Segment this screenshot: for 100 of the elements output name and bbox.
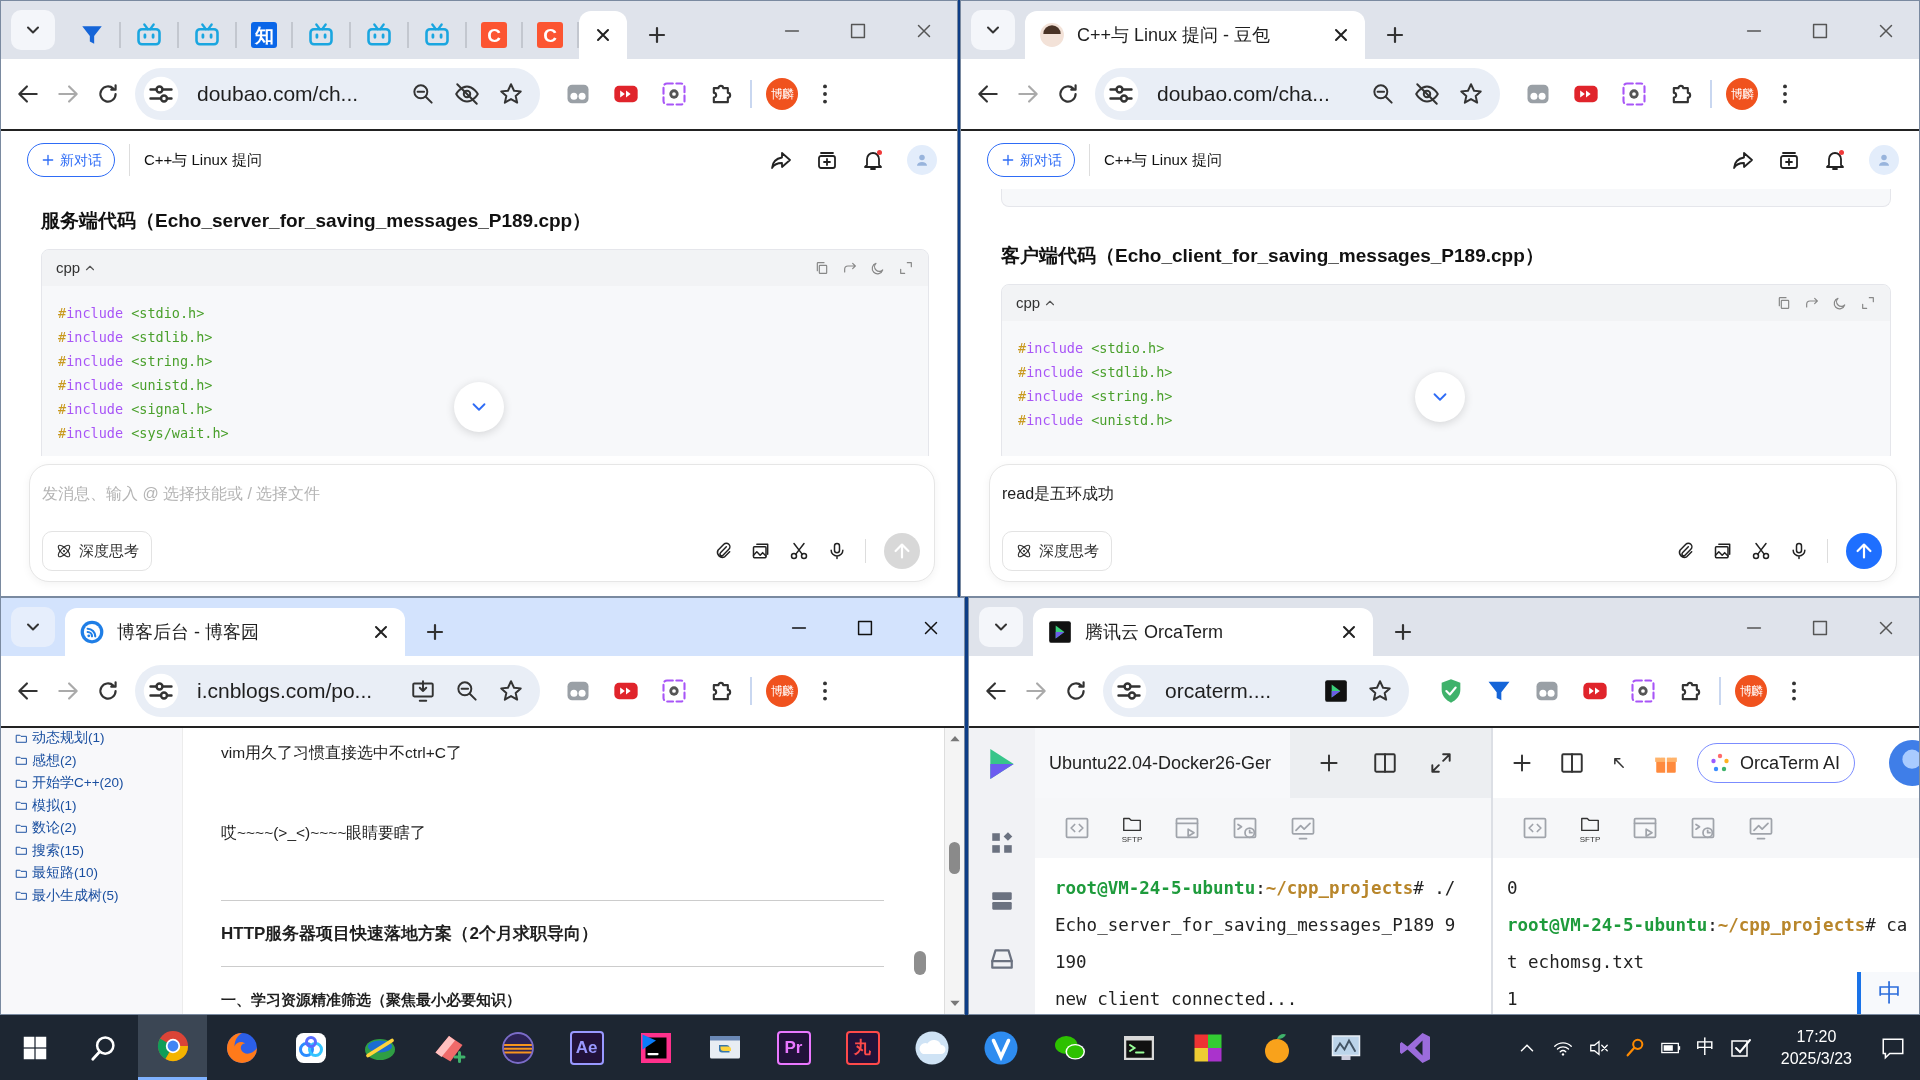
bell-icon[interactable]: [861, 148, 885, 172]
camera-icon[interactable]: [660, 80, 688, 108]
language-toggle[interactable]: cpp: [1016, 291, 1058, 315]
image-icon[interactable]: [1713, 541, 1733, 561]
ai-button[interactable]: OrcaTerm AI: [1697, 743, 1856, 783]
site-settings-icon[interactable]: [143, 76, 179, 112]
redo-icon[interactable]: [842, 260, 858, 276]
image-icon[interactable]: [751, 541, 771, 561]
category-link[interactable]: 最小生成树(5): [32, 885, 119, 906]
cloud-icon[interactable]: [913, 1029, 950, 1066]
install-icon[interactable]: [410, 678, 436, 704]
deep-think-button[interactable]: 深度思考: [1002, 531, 1112, 571]
terminal-line: 190: [1055, 951, 1087, 974]
message-input[interactable]: 发消息、输入 @ 选择技能或 / 选择文件: [42, 479, 920, 509]
send-button[interactable]: [1846, 533, 1882, 569]
terminal-logo-icon[interactable]: [1323, 678, 1349, 704]
browser-tab[interactable]: 知: [237, 22, 293, 48]
address-bar[interactable]: orcaterm....: [1103, 665, 1409, 717]
browser-tab[interactable]: [579, 11, 627, 59]
clock-button[interactable]: 17:20 2025/3/23: [1766, 1025, 1866, 1070]
eclipse-icon[interactable]: [499, 1029, 536, 1066]
atom-icon: [55, 542, 73, 560]
conversation-title: C++与 Linux 提问: [1104, 149, 1222, 170]
code-line: #include <stdio.h>: [1018, 339, 1165, 358]
split-icon[interactable]: [1372, 750, 1398, 776]
scrollbar-thumb[interactable]: [914, 951, 926, 976]
browser-tab[interactable]: 博客后台 - 博客园: [65, 608, 405, 656]
category-link[interactable]: 最短路(10): [32, 863, 98, 884]
terminal-line: t echomsg.txt: [1507, 951, 1644, 974]
redo-icon[interactable]: [1804, 295, 1820, 311]
taskbar-button[interactable]: 丸: [828, 1015, 897, 1080]
profile-button[interactable]: 博麟: [766, 675, 798, 707]
moon-icon[interactable]: [870, 260, 886, 276]
taskbar-button[interactable]: Pr: [759, 1015, 828, 1080]
message-input[interactable]: read是五环成功: [1002, 479, 1882, 509]
app-logo: Pr: [776, 1030, 811, 1065]
star-icon[interactable]: [1367, 678, 1393, 704]
category-link[interactable]: 感想(2): [32, 750, 77, 771]
category-link[interactable]: 模拟(1): [32, 795, 77, 816]
category-link[interactable]: 动态规划(1): [32, 728, 105, 749]
zoom-icon[interactable]: [454, 678, 480, 704]
subsection-heading: 一、学习资源精准筛选（聚焦最小必要知识）: [221, 990, 522, 1010]
tool-button[interactable]: SFTP: [1579, 812, 1601, 844]
category-link[interactable]: 搜索(15): [32, 840, 84, 861]
language-toggle[interactable]: cpp: [56, 256, 98, 280]
scrollbar[interactable]: [944, 728, 964, 1014]
profile-button[interactable]: 博麟: [1735, 675, 1767, 707]
bell-icon[interactable]: [1823, 148, 1847, 172]
zoom-icon[interactable]: [1370, 81, 1396, 107]
terminal-line: root@VM-24-5-ubuntu:~/cpp_projects# ./: [1055, 877, 1456, 900]
new-chat-button[interactable]: 新对话: [987, 143, 1075, 177]
input-method-button[interactable]: 中: [1695, 1033, 1715, 1062]
site-settings-icon[interactable]: [143, 673, 179, 709]
address-bar[interactable]: doubao.com/ch...: [135, 68, 540, 120]
eye-off-icon[interactable]: [454, 81, 480, 107]
star-icon[interactable]: [1458, 81, 1484, 107]
microphone-icon[interactable]: [1789, 541, 1809, 561]
site-logo: C: [481, 22, 507, 48]
tv-icon: [307, 21, 335, 49]
expand-icon[interactable]: [1428, 750, 1454, 776]
address-bar[interactable]: i.cnblogs.com/po...: [135, 665, 540, 717]
section-heading: HTTP服务器项目快速落地方案（2个月求职导向）: [221, 923, 599, 945]
eye-off-icon[interactable]: [1414, 81, 1440, 107]
check-icon[interactable]: [982, 1029, 1019, 1066]
site-settings-icon[interactable]: [1111, 673, 1147, 709]
category-link[interactable]: 开始学C++(20): [32, 773, 124, 794]
address-bar[interactable]: doubao.com/cha...: [1095, 68, 1500, 120]
profile-button[interactable]: 博麟: [1726, 78, 1758, 110]
camera-icon[interactable]: [1629, 677, 1657, 705]
copy-icon[interactable]: [1776, 295, 1792, 311]
session-tab[interactable]: Ubuntu22.04-Docker26-Ger: [1035, 728, 1290, 798]
moon-icon[interactable]: [1832, 295, 1848, 311]
scissors-icon[interactable]: [1751, 541, 1771, 561]
new-chat-button[interactable]: 新对话: [27, 143, 115, 177]
star-icon[interactable]: [498, 678, 524, 704]
taskbar-button[interactable]: Ae: [552, 1015, 621, 1080]
code-line: #include <sys/wait.h>: [58, 424, 229, 443]
code-line: #include <string.h>: [58, 352, 213, 371]
zoom-icon[interactable]: [410, 81, 436, 107]
scissors-icon[interactable]: [789, 541, 809, 561]
atom-icon: [1015, 542, 1033, 560]
avatar-icon: [1039, 22, 1065, 48]
apps-icon[interactable]: [989, 830, 1015, 856]
browser-tab[interactable]: 腾讯云 OrcaTerm: [1033, 608, 1373, 656]
code-line: #include <unistd.h>: [58, 376, 213, 395]
profile-button[interactable]: 博麟: [766, 78, 798, 110]
tool-button[interactable]: SFTP: [1121, 812, 1143, 844]
deep-think-button[interactable]: 深度思考: [42, 531, 152, 571]
microphone-icon[interactable]: [827, 541, 847, 561]
camera-icon[interactable]: [660, 677, 688, 705]
split-icon[interactable]: [1559, 750, 1585, 776]
drive-icon[interactable]: [989, 946, 1015, 972]
scrollbar-thumb[interactable]: [949, 842, 960, 875]
star-icon[interactable]: [498, 81, 524, 107]
site-settings-icon[interactable]: [1103, 76, 1139, 112]
browser-tab[interactable]: C++与 Linux 提问 - 豆包: [1025, 11, 1365, 59]
category-link[interactable]: 数论(2): [32, 818, 77, 839]
input-method-indicator[interactable]: 中: [1857, 972, 1919, 1014]
copy-icon[interactable]: [814, 260, 830, 276]
camera-icon[interactable]: [1620, 80, 1648, 108]
